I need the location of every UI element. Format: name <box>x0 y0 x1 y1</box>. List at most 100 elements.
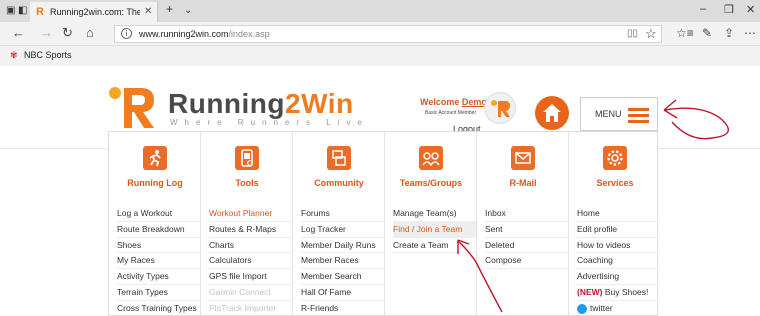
url-text: www.running2win.com/index.asp <box>139 29 270 39</box>
house-icon <box>543 104 561 122</box>
menu-list-community: Forums Log Tracker Member Daily Runs Mem… <box>301 206 384 316</box>
site-tagline: Where Runners Live <box>170 118 369 127</box>
menu-item-garmin-connect[interactable]: Garmin Connect <box>209 285 292 301</box>
tab-preview-chevron-icon[interactable]: ⌄ <box>184 4 192 18</box>
annotation-arrowhead-menu <box>663 99 678 119</box>
gps-device-icon[interactable] <box>235 146 259 170</box>
group-icon[interactable] <box>419 146 443 170</box>
more-options-icon[interactable]: ⋯ <box>744 25 756 41</box>
minimize-icon[interactable]: – <box>700 3 706 15</box>
site-info-icon[interactable]: i <box>121 28 132 39</box>
menu-item-forums[interactable]: Forums <box>301 206 384 222</box>
welcome-prefix: Welcome <box>420 97 460 107</box>
menu-item-log-a-workout[interactable]: Log a Workout <box>117 206 200 222</box>
menu-item-member-daily-runs[interactable]: Member Daily Runs <box>301 238 384 254</box>
buy-shoes-label: Buy Shoes! <box>604 286 649 297</box>
menu-item-edit-profile[interactable]: Edit profile <box>577 222 660 238</box>
menu-item-routes-r-maps[interactable]: Routes & R-Maps <box>209 222 292 238</box>
logo-word-running: Running <box>168 88 286 119</box>
menu-item-plotrack-importer[interactable]: PloTrack Importer <box>209 301 292 316</box>
annotation-arrow-menu <box>664 107 729 140</box>
menu-item-member-races[interactable]: Member Races <box>301 253 384 270</box>
menu-title-tools[interactable]: Tools <box>201 178 293 188</box>
twitter-bird-icon <box>577 303 587 314</box>
menu-item-my-races[interactable]: My Races <box>117 253 200 270</box>
menu-item-inbox[interactable]: Inbox <box>485 206 568 222</box>
menu-column-teams-groups: Teams/Groups Manage Team(s) Find / Join … <box>385 132 477 316</box>
favorite-star-icon[interactable]: ☆ <box>645 26 657 42</box>
avatar-r-icon <box>491 100 510 117</box>
welcome-message: Welcome Demo <box>420 97 487 107</box>
menu-title-teams-groups[interactable]: Teams/Groups <box>385 178 477 188</box>
menu-list-running-log: Log a Workout Route Breakdown Shoes My R… <box>117 206 200 316</box>
menu-item-deleted[interactable]: Deleted <box>485 238 568 254</box>
envelope-icon[interactable] <box>511 146 535 170</box>
menu-item-charts[interactable]: Charts <box>209 238 292 254</box>
menu-item-how-to-videos[interactable]: How to videos <box>577 238 660 254</box>
menu-item-find-join-a-team[interactable]: Find / Join a Team <box>393 221 476 238</box>
menu-column-r-mail: R-Mail Inbox Sent Deleted Compose <box>477 132 569 316</box>
main-menu-dropdown: Running Log Log a Workout Route Breakdow… <box>108 131 661 316</box>
new-tab-icon[interactable]: + <box>166 2 173 16</box>
address-bar[interactable]: i www.running2win.com/index.asp ▯▯ ☆ <box>114 25 662 43</box>
menu-item-route-breakdown[interactable]: Route Breakdown <box>117 222 200 238</box>
favorites-hub-icon[interactable]: ☆≡ <box>676 25 694 41</box>
menu-item-cross-training-types[interactable]: Cross Training Types <box>117 301 200 316</box>
refresh-icon[interactable]: ↻ <box>62 25 73 41</box>
favorite-link[interactable]: NBC Sports <box>24 50 72 60</box>
url-path: /index.asp <box>228 29 270 39</box>
menu-item-member-search[interactable]: Member Search <box>301 269 384 285</box>
gear-icon[interactable] <box>603 146 627 170</box>
running2win-logo-icon[interactable] <box>108 84 156 130</box>
logo-word-2win: 2Win <box>285 88 354 119</box>
restore-icon[interactable]: ❐ <box>724 3 734 16</box>
menu-title-services[interactable]: Services <box>569 178 661 188</box>
menu-item-sent[interactable]: Sent <box>485 222 568 238</box>
browser-tab-active[interactable]: R Running2win.com: The ✕ <box>30 2 158 22</box>
web-note-icon[interactable]: ✎ <box>702 25 712 41</box>
menu-list-teams-groups: Manage Team(s) Find / Join a Team Create… <box>393 206 476 254</box>
menu-item-workout-planner[interactable]: Workout Planner <box>209 206 292 222</box>
community-icon[interactable] <box>327 146 351 170</box>
menu-item-home[interactable]: Home <box>577 206 660 222</box>
menu-item-log-tracker[interactable]: Log Tracker <box>301 222 384 238</box>
home-icon[interactable]: ⌂ <box>86 25 94 41</box>
tab-bar: ▣ ◧ R Running2win.com: The ✕ + ⌄ – ❐ ✕ <box>0 0 760 22</box>
hamburger-icon <box>628 108 649 123</box>
menu-item-advertising[interactable]: Advertising <box>577 269 660 285</box>
back-arrow-icon[interactable]: ← <box>12 25 25 41</box>
menu-item-hall-of-fame[interactable]: Hall Of Fame <box>301 285 384 301</box>
tab-title: Running2win.com: The <box>50 7 140 17</box>
menu-column-community: Community Forums Log Tracker Member Dail… <box>293 132 385 316</box>
menu-button[interactable]: MENU <box>580 97 658 131</box>
menu-item-calculators[interactable]: Calculators <box>209 253 292 270</box>
menu-item-buy-shoes[interactable]: (NEW) Buy Shoes! <box>577 285 660 301</box>
menu-item-coaching[interactable]: Coaching <box>577 253 660 270</box>
close-tab-icon[interactable]: ✕ <box>144 2 152 22</box>
menu-list-tools: Workout Planner Routes & R-Maps Charts C… <box>209 206 292 316</box>
menu-item-activity-types[interactable]: Activity Types <box>117 269 200 285</box>
forward-arrow-icon[interactable]: → <box>40 25 53 41</box>
menu-item-terrain-types[interactable]: Terrain Types <box>117 285 200 301</box>
site-favicon-icon: R <box>36 6 44 18</box>
tab-actions-icon[interactable]: ▣ <box>6 4 15 18</box>
reading-view-icon[interactable]: ▯▯ <box>627 28 638 39</box>
menu-item-r-friends[interactable]: R-Friends <box>301 301 384 316</box>
menu-item-twitter[interactable]: twitter <box>577 301 660 316</box>
menu-item-compose[interactable]: Compose <box>485 253 568 270</box>
site-logo-text[interactable]: Running2Win <box>168 88 354 120</box>
menu-item-gps-file-import[interactable]: GPS file Import <box>209 269 292 285</box>
avatar[interactable] <box>484 92 516 124</box>
menu-list-r-mail: Inbox Sent Deleted Compose <box>485 206 568 270</box>
menu-title-running-log[interactable]: Running Log <box>109 178 201 188</box>
menu-title-r-mail[interactable]: R-Mail <box>477 178 569 188</box>
runner-icon[interactable] <box>143 146 167 170</box>
share-icon[interactable]: ⇪ <box>724 25 734 41</box>
home-button[interactable] <box>535 96 569 130</box>
menu-item-create-a-team[interactable]: Create a Team <box>393 238 476 254</box>
set-aside-tabs-icon[interactable]: ◧ <box>18 4 27 18</box>
close-window-icon[interactable]: ✕ <box>746 3 755 16</box>
menu-item-manage-teams[interactable]: Manage Team(s) <box>393 206 476 222</box>
menu-item-shoes[interactable]: Shoes <box>117 238 200 254</box>
menu-title-community[interactable]: Community <box>293 178 385 188</box>
